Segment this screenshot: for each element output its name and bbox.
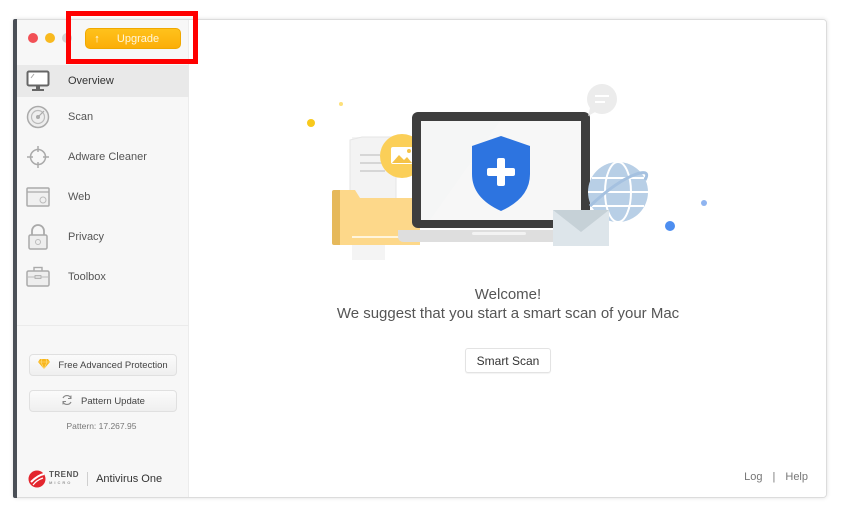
- decor-dot: [665, 221, 675, 231]
- upgrade-button[interactable]: ↑ Upgrade: [85, 28, 181, 49]
- app-window: ↑ Upgrade Overview Scan Adware Cleaner W…: [13, 19, 827, 498]
- company-name: TREND MICRO: [49, 470, 80, 486]
- sidebar-item-label: Toolbox: [68, 271, 106, 283]
- upgrade-label: Upgrade: [116, 32, 160, 45]
- screen: ↑ Upgrade Overview Scan Adware Cleaner W…: [0, 0, 841, 509]
- sidebar-item-toolbox[interactable]: Toolbox: [14, 257, 189, 297]
- brand: TREND MICRO Antivirus One: [28, 470, 162, 488]
- sidebar-item-label: Scan: [68, 111, 94, 123]
- help-link[interactable]: Help: [785, 471, 808, 483]
- main-content: Welcome! We suggest that you start a sma…: [190, 20, 826, 497]
- arrow-up-icon: ↑: [94, 32, 100, 45]
- sidebar: ↑ Upgrade Overview Scan Adware Cleaner W…: [14, 20, 189, 497]
- footer-separator: |: [772, 471, 776, 483]
- chat-bubble-icon: [587, 84, 617, 116]
- sidebar-item-label: Web: [68, 191, 91, 203]
- sidebar-item-label: Overview: [68, 75, 114, 87]
- sidebar-item-scan[interactable]: Scan: [14, 97, 189, 137]
- window-controls: [28, 33, 72, 43]
- welcome-title: Welcome!: [474, 286, 542, 303]
- product-name: Antivirus One: [96, 473, 163, 485]
- crosshair-icon: [26, 145, 50, 169]
- sidebar-item-adware-cleaner[interactable]: Adware Cleaner: [14, 137, 189, 177]
- welcome-subtitle: We suggest that you start a smart scan o…: [336, 305, 680, 322]
- monitor-icon: [26, 69, 50, 93]
- zoom-window-button[interactable]: [62, 33, 72, 43]
- footer-links: Log | Help: [744, 471, 808, 483]
- sidebar-item-label: Adware Cleaner: [68, 151, 147, 163]
- welcome-message: Welcome! We suggest that you start a sma…: [190, 285, 826, 323]
- log-link[interactable]: Log: [744, 471, 762, 483]
- sidebar-item-label: Privacy: [68, 231, 105, 243]
- sidebar-item-overview[interactable]: Overview: [14, 65, 189, 97]
- smart-scan-button[interactable]: Smart Scan: [465, 348, 551, 373]
- window-left-edge: [13, 19, 17, 498]
- free-advanced-protection-button[interactable]: Free Advanced Protection: [29, 354, 177, 376]
- envelope-icon: [553, 210, 609, 246]
- minimize-window-button[interactable]: [45, 33, 55, 43]
- refresh-icon: [61, 394, 73, 409]
- pattern-update-label: Pattern Update: [81, 395, 145, 407]
- close-window-button[interactable]: [28, 33, 38, 43]
- protection-illustration: [300, 80, 720, 260]
- decor-dot: [339, 102, 343, 106]
- sidebar-divider: [14, 325, 189, 326]
- gem-icon: [38, 358, 51, 372]
- decor-dot: [307, 119, 315, 127]
- pattern-version: Pattern: 17.267.95: [66, 421, 137, 431]
- pattern-update-button[interactable]: Pattern Update: [29, 390, 177, 412]
- radar-icon: [26, 105, 50, 129]
- brand-separator: [87, 472, 89, 486]
- sidebar-item-web[interactable]: Web: [14, 177, 189, 217]
- sidebar-nav: Overview Scan Adware Cleaner Web Privacy…: [14, 65, 189, 297]
- sidebar-item-privacy[interactable]: Privacy: [14, 217, 189, 257]
- browser-window-icon: [26, 185, 50, 209]
- free-advanced-protection-label: Free Advanced Protection: [58, 359, 168, 371]
- trend-micro-logo-icon: [28, 470, 46, 488]
- lock-icon: [26, 224, 50, 250]
- toolbox-icon: [26, 265, 50, 289]
- decor-dot: [701, 200, 707, 206]
